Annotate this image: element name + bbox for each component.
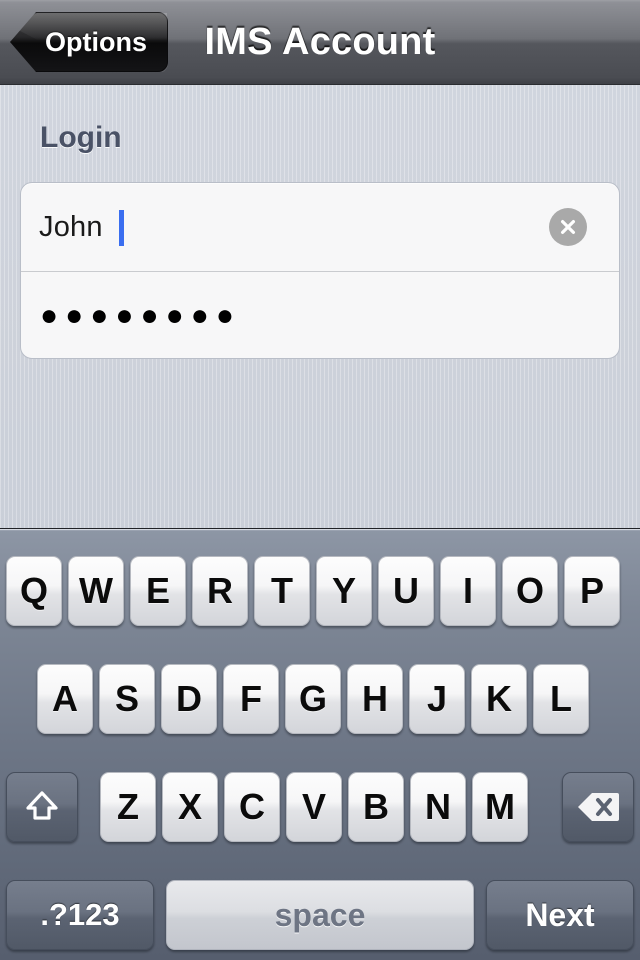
key-n[interactable]: N	[410, 772, 466, 842]
login-field-group: John ●●●●●●●●	[20, 182, 620, 359]
navigation-bar: IMS Account Options	[0, 0, 640, 85]
key-o[interactable]: O	[502, 556, 558, 626]
key-h[interactable]: H	[347, 664, 403, 734]
username-field-row[interactable]: John	[21, 183, 619, 271]
key-b[interactable]: B	[348, 772, 404, 842]
key-u[interactable]: U	[378, 556, 434, 626]
key-m[interactable]: M	[472, 772, 528, 842]
back-button-label: Options	[45, 26, 147, 57]
key-x[interactable]: X	[162, 772, 218, 842]
key-j[interactable]: J	[409, 664, 465, 734]
key-s[interactable]: S	[99, 664, 155, 734]
on-screen-keyboard: QWERTYUIOP ASDFGHJKL ZXCVBNM .?123 space…	[0, 530, 640, 960]
key-f[interactable]: F	[223, 664, 279, 734]
key-a[interactable]: A	[37, 664, 93, 734]
key-r[interactable]: R	[192, 556, 248, 626]
key-i[interactable]: I	[440, 556, 496, 626]
key-l[interactable]: L	[533, 664, 589, 734]
keyboard-row-3: ZXCVBNM	[0, 772, 640, 842]
key-y[interactable]: Y	[316, 556, 372, 626]
password-input[interactable]: ●●●●●●●●	[40, 300, 241, 331]
back-button-options[interactable]: Options	[10, 12, 168, 72]
key-space[interactable]: space	[166, 880, 474, 950]
password-field-row[interactable]: ●●●●●●●●	[21, 271, 619, 358]
key-v[interactable]: V	[286, 772, 342, 842]
clear-circle-x-icon[interactable]	[549, 208, 587, 246]
key-w[interactable]: W	[68, 556, 124, 626]
phone-screen: IMS Account Options Login John ●●●●●●●●	[0, 0, 640, 960]
key-return-next[interactable]: Next	[486, 880, 634, 950]
key-k[interactable]: K	[471, 664, 527, 734]
backspace-delete-icon[interactable]	[562, 772, 634, 842]
keyboard-row-1: QWERTYUIOP	[0, 556, 640, 626]
key-e[interactable]: E	[130, 556, 186, 626]
keyboard-row-2: ASDFGHJKL	[0, 664, 640, 734]
content-area: Login John ●●●●●●●●	[0, 85, 640, 529]
key-t[interactable]: T	[254, 556, 310, 626]
section-header-login: Login	[40, 121, 122, 154]
key-symbols[interactable]: .?123	[6, 880, 154, 950]
key-g[interactable]: G	[285, 664, 341, 734]
shift-arrow-up-icon[interactable]	[6, 772, 78, 842]
key-d[interactable]: D	[161, 664, 217, 734]
key-p[interactable]: P	[564, 556, 620, 626]
keyboard-row-4: .?123 space Next	[0, 880, 640, 950]
username-input[interactable]: John	[39, 211, 103, 244]
key-q[interactable]: Q	[6, 556, 62, 626]
key-c[interactable]: C	[224, 772, 280, 842]
text-caret	[119, 210, 124, 246]
key-z[interactable]: Z	[100, 772, 156, 842]
